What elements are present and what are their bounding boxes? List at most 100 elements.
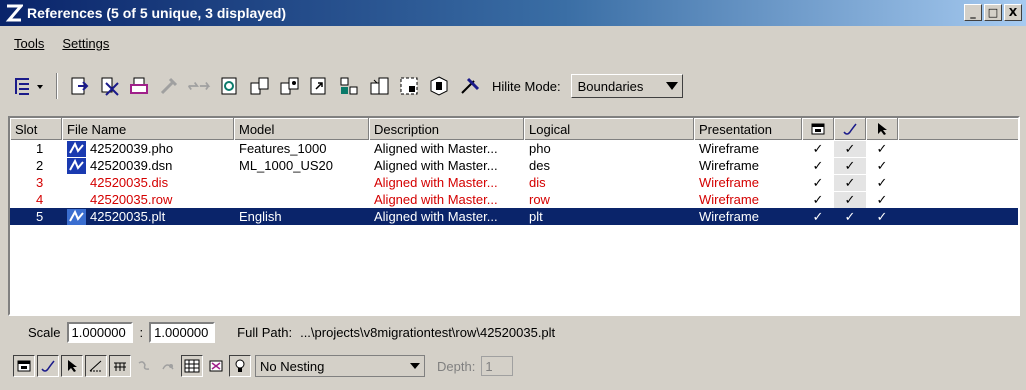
window-title: References (5 of 5 unique, 3 displayed): [27, 5, 287, 21]
presentation-cell: Wireframe: [699, 209, 759, 224]
window-controls: _ □ X: [964, 4, 1022, 21]
snap-check[interactable]: ✓: [834, 209, 866, 225]
locate-check[interactable]: ✓: [866, 175, 898, 191]
display-check[interactable]: ✓: [802, 158, 834, 174]
file-name: 42520039.dsn: [90, 158, 173, 173]
locate-toggle-button[interactable]: [61, 355, 83, 377]
logical-cell: dis: [529, 175, 546, 190]
clip-icon[interactable]: [366, 73, 392, 99]
file-name-cell: 42520039.pho: [62, 140, 234, 157]
column-header-logical[interactable]: Logical: [524, 118, 694, 140]
display-check[interactable]: ✓: [802, 192, 834, 208]
locate-check[interactable]: ✓: [866, 209, 898, 225]
table-row[interactable]: 4 42520035.row Aligned with Master... ro…: [10, 191, 1018, 208]
dgn-file-icon: [67, 157, 86, 174]
display-icon: [811, 123, 824, 135]
print-icon[interactable]: [126, 73, 152, 99]
slot-cell: 4: [36, 192, 44, 207]
level-toggle-button[interactable]: [109, 355, 131, 377]
ignore-attachment-toggle-button[interactable]: [205, 355, 227, 377]
column-header-display[interactable]: [802, 118, 834, 140]
mirror-icon[interactable]: [336, 73, 362, 99]
references-table[interactable]: Slot File Name Model Description Logical…: [8, 116, 1020, 316]
maximize-button[interactable]: □: [984, 4, 1002, 21]
raster-toggle-button[interactable]: [181, 355, 203, 377]
true-scale-icon: [138, 361, 150, 370]
line-style-toggle-button[interactable]: [85, 355, 107, 377]
hilite-mode-select[interactable]: Boundaries: [570, 74, 683, 98]
snap-check[interactable]: ✓: [834, 174, 866, 191]
reload-icon[interactable]: [216, 73, 242, 99]
column-header-description[interactable]: Description: [369, 118, 524, 140]
description-cell: Aligned with Master...: [374, 192, 498, 207]
table-row[interactable]: 1 42520039.pho Features_1000 Aligned wit…: [10, 140, 1018, 157]
display-check[interactable]: ✓: [802, 209, 834, 225]
no-file-icon: [67, 192, 86, 208]
snap-check[interactable]: ✓: [834, 157, 866, 174]
snap-toggle-button[interactable]: [37, 355, 59, 377]
display-check[interactable]: ✓: [802, 175, 834, 191]
full-path-value: ...\projects\v8migrationtest\row\4252003…: [300, 324, 556, 340]
hilite-toggle-button[interactable]: [229, 355, 251, 377]
chevron-down-icon: [665, 82, 678, 90]
chevron-down-icon: [410, 363, 420, 369]
menu-settings[interactable]: Settings: [62, 36, 109, 51]
display-check[interactable]: ✓: [802, 141, 834, 157]
table-row[interactable]: 2 42520039.dsn ML_1000_US20 Aligned with…: [10, 157, 1018, 174]
slot-cell: 1: [36, 141, 44, 156]
file-name-cell: 42520035.dis: [62, 175, 234, 191]
toolbar: Hilite Mode: Boundaries: [10, 66, 683, 106]
column-header-slot[interactable]: Slot: [10, 118, 62, 140]
scale-reference-input[interactable]: 1.000000: [149, 321, 216, 343]
move-icon[interactable]: [186, 73, 212, 99]
clip-delete-icon[interactable]: [426, 73, 452, 99]
grid-icon: [184, 359, 200, 373]
column-header-presentation[interactable]: Presentation: [694, 118, 802, 140]
depth-input[interactable]: 1: [481, 356, 514, 376]
nesting-select[interactable]: No Nesting: [255, 355, 425, 377]
locate-check[interactable]: ✓: [866, 192, 898, 208]
close-button[interactable]: X: [1004, 4, 1022, 21]
scale-icon[interactable]: [276, 73, 302, 99]
tree-view-icon[interactable]: [10, 73, 48, 99]
file-name-cell: 42520039.dsn: [62, 157, 234, 174]
minimize-button[interactable]: _: [964, 4, 982, 21]
table-row-selected[interactable]: 5 42520035.plt English Aligned with Mast…: [10, 208, 1018, 225]
locate-check[interactable]: ✓: [866, 158, 898, 174]
snap-check[interactable]: ✓: [834, 191, 866, 208]
rotate-icon[interactable]: [306, 73, 332, 99]
reference-settings-toolbar: No Nesting Depth: 1: [13, 353, 514, 379]
title-bar[interactable]: References (5 of 5 unique, 3 displayed) …: [0, 0, 1026, 26]
table-row[interactable]: 3 42520035.dis Aligned with Master... di…: [10, 174, 1018, 191]
attach-icon[interactable]: [66, 73, 92, 99]
scale-label: Scale: [28, 324, 61, 340]
column-header-file-name[interactable]: File Name: [62, 118, 234, 140]
file-name: 42520039.pho: [90, 141, 174, 156]
level-icon: [114, 362, 126, 371]
file-name: 42520035.row: [90, 192, 173, 207]
column-header-locate[interactable]: [866, 118, 898, 140]
column-header-snap[interactable]: [834, 118, 866, 140]
scale-master-input[interactable]: 1.000000: [66, 321, 133, 343]
logical-cell: plt: [529, 209, 543, 224]
logical-cell: pho: [529, 141, 551, 156]
snap-icon: [842, 123, 857, 135]
detach-icon[interactable]: [96, 73, 122, 99]
file-name-cell: 42520035.plt: [62, 208, 234, 225]
display-toggle-button[interactable]: [13, 355, 35, 377]
mask-icon[interactable]: [396, 73, 422, 99]
snap-check[interactable]: ✓: [834, 140, 866, 157]
column-header-model[interactable]: Model: [234, 118, 369, 140]
nested-icon: [162, 364, 174, 370]
hilite-mode-value: Boundaries: [577, 78, 644, 94]
true-scale-toggle-button[interactable]: [133, 355, 155, 377]
tools-icon[interactable]: [156, 73, 182, 99]
presentation-cell: Wireframe: [699, 192, 759, 207]
settings-icon[interactable]: [456, 73, 482, 99]
menu-tools[interactable]: Tools: [14, 36, 44, 51]
nested-toggle-button[interactable]: [157, 355, 179, 377]
table-header: Slot File Name Model Description Logical…: [10, 118, 1018, 140]
copy-icon[interactable]: [246, 73, 272, 99]
locate-check[interactable]: ✓: [866, 141, 898, 157]
full-path-label: Full Path:: [237, 324, 293, 340]
